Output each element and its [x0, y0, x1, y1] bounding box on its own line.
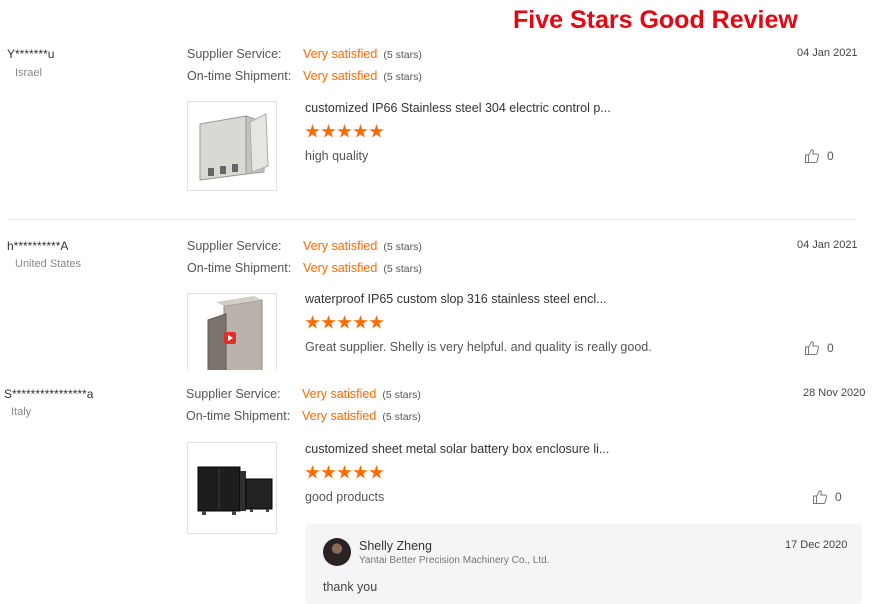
review-date: 04 Jan 2021 — [797, 239, 858, 251]
product-title[interactable]: customized sheet metal solar battery box… — [305, 442, 609, 456]
product-thumbnail[interactable] — [187, 101, 277, 191]
product-title[interactable]: waterproof IP65 custom slop 316 stainles… — [305, 292, 607, 306]
like-count: 0 — [827, 341, 834, 355]
rating-stars — [305, 315, 384, 330]
supplier-service-row: Supplier Service: Very satisfied (5 stars) — [186, 387, 421, 401]
shipment-stars: (5 stars) — [383, 263, 422, 275]
enclosure-image — [188, 102, 276, 190]
star-icon — [337, 315, 352, 329]
shipment-value: Very satisfied — [303, 69, 378, 83]
star-icon — [305, 315, 320, 329]
star-icon — [353, 315, 368, 329]
enclosure-image — [188, 294, 276, 370]
reviewer-name: Y*******u — [7, 47, 55, 61]
shipment-row: On-time Shipment: Very satisfied (5 stars) — [186, 409, 421, 423]
reviewer-name: h**********A — [7, 239, 69, 253]
supplier-service-label: Supplier Service: — [187, 239, 282, 253]
review-divider — [7, 219, 855, 220]
star-icon — [337, 465, 352, 479]
reply-text: thank you — [323, 580, 378, 594]
shipment-label: On-time Shipment: — [186, 409, 291, 423]
supplier-service-stars: (5 stars) — [382, 389, 421, 401]
shipment-label: On-time Shipment: — [187, 261, 292, 275]
reply-author-name: Shelly Zheng — [359, 539, 432, 553]
reviewer-country: Italy — [11, 406, 32, 418]
shipment-stars: (5 stars) — [383, 71, 422, 83]
star-icon — [353, 465, 368, 479]
product-thumbnail[interactable] — [187, 442, 277, 534]
supplier-service-stars: (5 stars) — [383, 241, 422, 253]
star-icon — [321, 315, 336, 329]
like-button[interactable]: 0 — [804, 340, 834, 356]
product-title[interactable]: customized IP66 Stainless steel 304 elec… — [305, 101, 611, 115]
like-count: 0 — [835, 490, 842, 504]
banner-title: Five Stars Good Review — [513, 6, 798, 34]
shipment-value: Very satisfied — [302, 409, 377, 423]
review-comment: Great supplier. Shelly is very helpful. … — [305, 340, 652, 354]
avatar — [323, 538, 351, 566]
shipment-stars: (5 stars) — [382, 411, 421, 423]
reviewer-name: S****************a — [4, 387, 94, 401]
like-button[interactable]: 0 — [812, 489, 842, 505]
star-icon — [369, 315, 384, 329]
star-icon — [369, 465, 384, 479]
rating-stars — [305, 465, 384, 480]
review-date: 28 Nov 2020 — [803, 387, 866, 399]
star-icon — [321, 465, 336, 479]
shipment-row: On-time Shipment: Very satisfied (5 stars) — [187, 69, 422, 83]
reviewer-country: United States — [15, 258, 82, 270]
star-icon — [353, 124, 368, 138]
star-icon — [305, 124, 320, 138]
enclosure-image — [188, 443, 276, 533]
star-icon — [337, 124, 352, 138]
supplier-service-row: Supplier Service: Very satisfied (5 stars) — [187, 47, 422, 61]
reply-company: Yantai Better Precision Machinery Co., L… — [359, 555, 550, 566]
supplier-service-value: Very satisfied — [303, 47, 378, 61]
supplier-service-label: Supplier Service: — [187, 47, 282, 61]
thumbs-up-icon — [813, 490, 828, 504]
shipment-label: On-time Shipment: — [187, 69, 292, 83]
thumbs-up-icon — [805, 149, 820, 163]
supplier-service-value: Very satisfied — [303, 239, 378, 253]
supplier-service-label: Supplier Service: — [186, 387, 281, 401]
supplier-reply: Shelly Zheng Yantai Better Precision Mac… — [305, 524, 862, 604]
thumbs-up-icon — [805, 341, 820, 355]
supplier-service-value: Very satisfied — [302, 387, 377, 401]
product-thumbnail[interactable] — [187, 293, 277, 370]
like-count: 0 — [827, 149, 834, 163]
supplier-service-stars: (5 stars) — [383, 49, 422, 61]
like-button[interactable]: 0 — [804, 148, 834, 164]
review-comment: high quality — [305, 149, 369, 163]
star-icon — [369, 124, 384, 138]
reviewer-country: Israel — [15, 67, 42, 79]
shipment-row: On-time Shipment: Very satisfied (5 stars) — [187, 261, 422, 275]
review-date: 04 Jan 2021 — [797, 47, 858, 59]
reply-date: 17 Dec 2020 — [785, 539, 848, 551]
review-comment: good products — [305, 490, 385, 504]
star-icon — [321, 124, 336, 138]
shipment-value: Very satisfied — [303, 261, 378, 275]
supplier-service-row: Supplier Service: Very satisfied (5 stars) — [187, 239, 422, 253]
star-icon — [305, 465, 320, 479]
rating-stars — [305, 124, 384, 139]
